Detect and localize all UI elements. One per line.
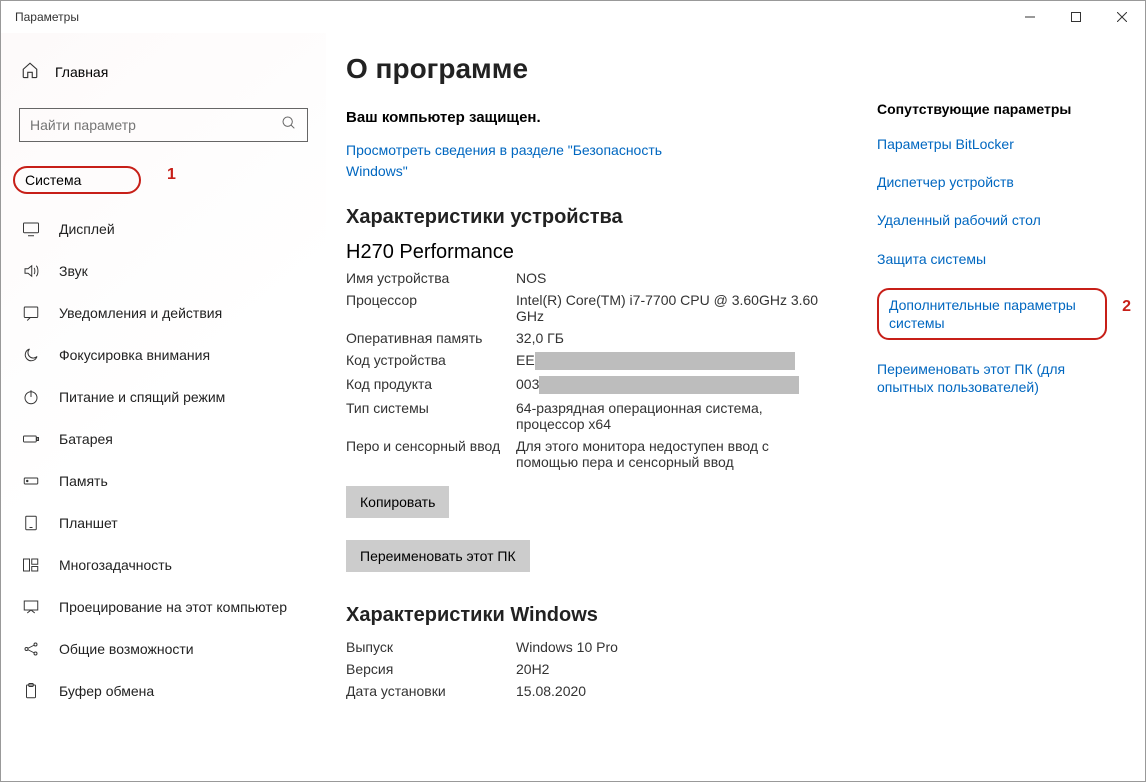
nav-label: Звук (59, 263, 88, 279)
annotation-2: 2 (1122, 298, 1131, 316)
sound-icon (21, 262, 41, 280)
battery-icon (21, 430, 41, 448)
share-icon (21, 640, 41, 658)
nav-label: Память (59, 473, 108, 489)
spec-pen-touch: Перо и сенсорный вводДля этого монитора … (346, 438, 1115, 470)
copy-button[interactable]: Копировать (346, 486, 449, 518)
window-controls (1007, 1, 1145, 33)
nav-list: Дисплей Звук Уведомления и действия Фоку… (1, 208, 326, 712)
minimize-button[interactable] (1007, 1, 1053, 33)
search-icon (281, 115, 297, 136)
redacted-device-id (535, 352, 795, 370)
category-system[interactable]: Система (13, 166, 141, 194)
moon-icon (21, 346, 41, 364)
clipboard-icon (21, 682, 41, 700)
home-label: Главная (55, 64, 108, 80)
project-icon (21, 598, 41, 616)
nav-label: Батарея (59, 431, 113, 447)
link-system-protection[interactable]: Защита системы (877, 250, 1107, 268)
home-nav[interactable]: Главная (1, 53, 326, 90)
display-icon (21, 220, 41, 238)
nav-storage[interactable]: Память (17, 460, 326, 502)
nav-multitask[interactable]: Многозадачность (17, 544, 326, 586)
nav-tablet[interactable]: Планшет (17, 502, 326, 544)
link-advanced-system[interactable]: Дополнительные параметры системы (889, 296, 1095, 332)
link-bitlocker[interactable]: Параметры BitLocker (877, 135, 1107, 153)
rename-pc-button[interactable]: Переименовать этот ПК (346, 540, 530, 572)
nav-sound[interactable]: Звук (17, 250, 326, 292)
nav-notifications[interactable]: Уведомления и действия (17, 292, 326, 334)
redacted-product-id (539, 376, 799, 394)
link-device-manager[interactable]: Диспетчер устройств (877, 173, 1107, 191)
nav-clipboard[interactable]: Буфер обмена (17, 670, 326, 712)
nav-battery[interactable]: Батарея (17, 418, 326, 460)
annotation-1: 1 (167, 166, 176, 184)
security-link[interactable]: Просмотреть сведения в разделе "Безопасн… (346, 140, 686, 182)
notification-icon (21, 304, 41, 322)
close-button[interactable] (1099, 1, 1145, 33)
link-remote-desktop[interactable]: Удаленный рабочий стол (877, 211, 1107, 229)
nav-display[interactable]: Дисплей (17, 208, 326, 250)
windows-specs-heading: Характеристики Windows (346, 604, 1115, 627)
storage-icon (21, 472, 41, 490)
spec-version: Версия20H2 (346, 661, 1115, 677)
spec-install-date: Дата установки15.08.2020 (346, 683, 1115, 699)
nav-label: Планшет (59, 515, 118, 531)
tablet-icon (21, 514, 41, 532)
nav-shared[interactable]: Общие возможности (17, 628, 326, 670)
home-icon (21, 61, 39, 82)
highlight-advanced-system: Дополнительные параметры системы (877, 288, 1107, 340)
multitask-icon (21, 556, 41, 574)
power-icon (21, 388, 41, 406)
maximize-button[interactable] (1053, 1, 1099, 33)
titlebar: Параметры (1, 1, 1145, 33)
nav-label: Многозадачность (59, 557, 172, 573)
page-title: О программе (346, 53, 1115, 85)
sidebar: Главная Система 1 Дисплей Звук Уведомлен… (1, 33, 326, 781)
nav-label: Фокусировка внимания (59, 347, 210, 363)
nav-label: Уведомления и действия (59, 305, 222, 321)
nav-label: Питание и спящий режим (59, 389, 225, 405)
related-heading: Сопутствующие параметры (877, 101, 1107, 117)
spec-edition: ВыпускWindows 10 Pro (346, 639, 1115, 655)
window-title: Параметры (15, 10, 79, 24)
nav-label: Общие возможности (59, 641, 194, 657)
related-settings: Сопутствующие параметры Параметры BitLoc… (877, 101, 1107, 417)
nav-label: Проецирование на этот компьютер (59, 599, 287, 615)
nav-label: Буфер обмена (59, 683, 154, 699)
nav-projecting[interactable]: Проецирование на этот компьютер (17, 586, 326, 628)
nav-power[interactable]: Питание и спящий режим (17, 376, 326, 418)
link-rename-advanced[interactable]: Переименовать этот ПК (для опытных польз… (877, 360, 1107, 396)
search-box[interactable] (19, 108, 308, 142)
nav-focus[interactable]: Фокусировка внимания (17, 334, 326, 376)
nav-label: Дисплей (59, 221, 115, 237)
search-input[interactable] (30, 117, 281, 133)
